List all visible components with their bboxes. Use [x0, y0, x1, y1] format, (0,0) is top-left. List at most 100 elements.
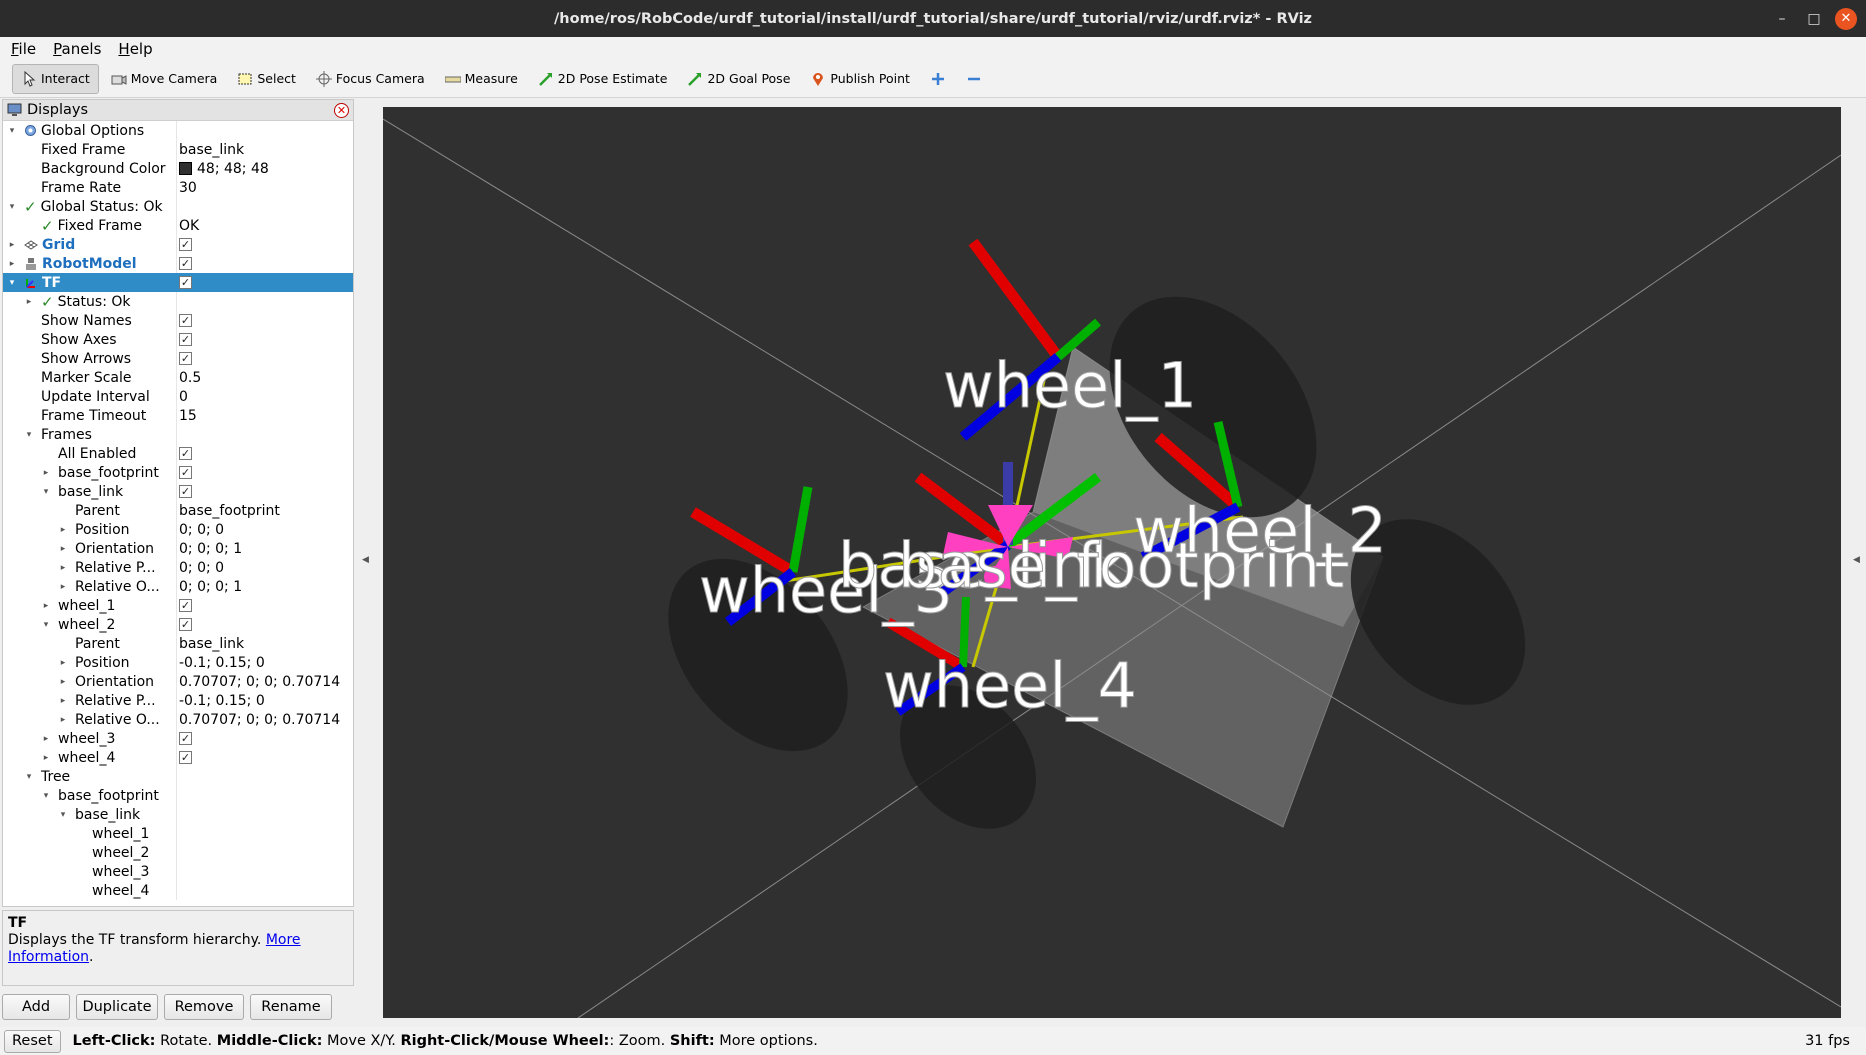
tree-row[interactable]: All Enabled ✓: [3, 444, 353, 463]
reset-button[interactable]: Reset: [4, 1029, 61, 1053]
expanded-arrow-icon[interactable]: ▾: [24, 772, 34, 782]
tree-row[interactable]: ▸ ✓ Status: Ok: [3, 292, 353, 311]
tree-row[interactable]: ▾ wheel_2 ✓: [3, 615, 353, 634]
checkbox[interactable]: ✓: [179, 732, 192, 745]
menu-file[interactable]: File: [5, 40, 42, 58]
tree-row[interactable]: ▸ wheel_1 ✓: [3, 596, 353, 615]
add-button[interactable]: Add: [2, 994, 70, 1020]
remove-button[interactable]: Remove: [164, 994, 244, 1020]
expanded-arrow-icon[interactable]: ▾: [41, 487, 51, 497]
checkbox[interactable]: ✓: [179, 599, 192, 612]
tree-row[interactable]: Show Axes ✓: [3, 330, 353, 349]
tree-row-value[interactable]: ✓: [179, 466, 192, 479]
expanded-arrow-icon[interactable]: ▾: [7, 202, 17, 212]
minimize-icon[interactable]: –: [1765, 0, 1799, 37]
measure-tool-button[interactable]: Measure: [437, 64, 526, 94]
tree-row[interactable]: Background Color 48; 48; 48: [3, 159, 353, 178]
checkbox[interactable]: ✓: [179, 618, 192, 631]
close-panel-button[interactable]: ✕: [334, 103, 349, 118]
tree-row[interactable]: ▾ TF ✓: [3, 273, 353, 292]
right-collapse-handle[interactable]: ◀: [1853, 555, 1860, 565]
color-swatch[interactable]: [179, 162, 192, 175]
tree-row[interactable]: ▸ wheel_3 ✓: [3, 729, 353, 748]
checkbox[interactable]: ✓: [179, 314, 192, 327]
expanded-arrow-icon[interactable]: ▾: [7, 126, 17, 136]
collapsed-arrow-icon[interactable]: ▸: [41, 468, 51, 478]
tree-row[interactable]: Show Arrows ✓: [3, 349, 353, 368]
collapsed-arrow-icon[interactable]: ▸: [41, 734, 51, 744]
tree-row[interactable]: wheel_2: [3, 843, 353, 862]
tree-row-value[interactable]: ✓: [179, 732, 192, 745]
tree-row[interactable]: Update Interval 0: [3, 387, 353, 406]
collapsed-arrow-icon[interactable]: ▸: [58, 715, 68, 725]
tree-row-value[interactable]: ✓: [179, 447, 192, 460]
collapsed-arrow-icon[interactable]: ▸: [58, 658, 68, 668]
collapsed-arrow-icon[interactable]: ▸: [58, 563, 68, 573]
menu-panels[interactable]: Panels: [47, 40, 107, 58]
tree-row[interactable]: ▸ Relative O... 0; 0; 0; 1: [3, 577, 353, 596]
tree-row[interactable]: ▸ Relative P... 0; 0; 0: [3, 558, 353, 577]
tree-row-value[interactable]: ✓: [179, 276, 192, 289]
collapsed-arrow-icon[interactable]: ▸: [41, 601, 51, 611]
expanded-arrow-icon[interactable]: ▾: [41, 791, 51, 801]
tree-row-value[interactable]: ✓: [179, 485, 192, 498]
checkbox[interactable]: ✓: [179, 276, 192, 289]
left-collapse-handle[interactable]: ◀: [362, 555, 369, 565]
expanded-arrow-icon[interactable]: ▾: [7, 278, 17, 288]
tree-row-value[interactable]: ✓: [179, 314, 192, 327]
focus-camera-tool-button[interactable]: Focus Camera: [308, 64, 433, 94]
collapsed-arrow-icon[interactable]: ▸: [58, 677, 68, 687]
collapsed-arrow-icon[interactable]: ▸: [58, 525, 68, 535]
tree-row-value[interactable]: ✓: [179, 238, 192, 251]
tree-row[interactable]: Marker Scale 0.5: [3, 368, 353, 387]
checkbox[interactable]: ✓: [179, 466, 192, 479]
tree-row[interactable]: wheel_1: [3, 824, 353, 843]
interact-tool-button[interactable]: Interact: [12, 63, 99, 94]
maximize-icon[interactable]: □: [1797, 0, 1831, 37]
tree-row[interactable]: wheel_4: [3, 881, 353, 900]
goal-pose-tool-button[interactable]: 2D Goal Pose: [679, 64, 798, 94]
tree-row[interactable]: ▾ Tree: [3, 767, 353, 786]
pose-estimate-tool-button[interactable]: 2D Pose Estimate: [530, 64, 676, 94]
checkbox[interactable]: ✓: [179, 352, 192, 365]
expanded-arrow-icon[interactable]: ▾: [41, 620, 51, 630]
tree-row[interactable]: ▸ Position -0.1; 0.15; 0: [3, 653, 353, 672]
tree-row[interactable]: ▾ base_link ✓: [3, 482, 353, 501]
tree-row[interactable]: ▾ Frames: [3, 425, 353, 444]
checkbox[interactable]: ✓: [179, 447, 192, 460]
remove-tool-button[interactable]: [958, 64, 990, 94]
tree-row[interactable]: Show Names ✓: [3, 311, 353, 330]
tree-row[interactable]: ▸ base_footprint ✓: [3, 463, 353, 482]
tree-row-value[interactable]: ✓: [179, 751, 192, 764]
collapsed-arrow-icon[interactable]: ▸: [7, 240, 17, 250]
add-tool-button[interactable]: [922, 64, 954, 94]
tree-row[interactable]: Parent base_footprint: [3, 501, 353, 520]
tree-row[interactable]: wheel_3: [3, 862, 353, 881]
collapsed-arrow-icon[interactable]: ▸: [24, 297, 34, 307]
menu-help[interactable]: Help: [112, 40, 158, 58]
collapsed-arrow-icon[interactable]: ▸: [41, 753, 51, 763]
tree-row-value[interactable]: ✓: [179, 599, 192, 612]
tree-row[interactable]: ▾ ✓ Global Status: Ok: [3, 197, 353, 216]
tree-row[interactable]: ▸ wheel_4 ✓: [3, 748, 353, 767]
checkbox[interactable]: ✓: [179, 751, 192, 764]
select-tool-button[interactable]: Select: [229, 64, 304, 94]
collapsed-arrow-icon[interactable]: ▸: [58, 582, 68, 592]
tree-row[interactable]: ✓ Fixed Frame OK: [3, 216, 353, 235]
tree-row-value[interactable]: ✓: [179, 618, 192, 631]
checkbox[interactable]: ✓: [179, 485, 192, 498]
tree-row[interactable]: ▸ Position 0; 0; 0: [3, 520, 353, 539]
collapsed-arrow-icon[interactable]: ▸: [7, 259, 17, 269]
tree-row[interactable]: ▸ Orientation 0; 0; 0; 1: [3, 539, 353, 558]
checkbox[interactable]: ✓: [179, 238, 192, 251]
close-window-button[interactable]: ✕: [1829, 0, 1863, 37]
tree-row[interactable]: ▾ Global Options: [3, 121, 353, 140]
checkbox[interactable]: ✓: [179, 333, 192, 346]
collapsed-arrow-icon[interactable]: ▸: [58, 696, 68, 706]
tree-row[interactable]: Parent base_link: [3, 634, 353, 653]
collapsed-arrow-icon[interactable]: ▸: [58, 544, 68, 554]
tree-row[interactable]: ▸ Relative P... -0.1; 0.15; 0: [3, 691, 353, 710]
duplicate-button[interactable]: Duplicate: [76, 994, 158, 1020]
tree-row[interactable]: ▾ base_link: [3, 805, 353, 824]
tree-row-value[interactable]: ✓: [179, 352, 192, 365]
